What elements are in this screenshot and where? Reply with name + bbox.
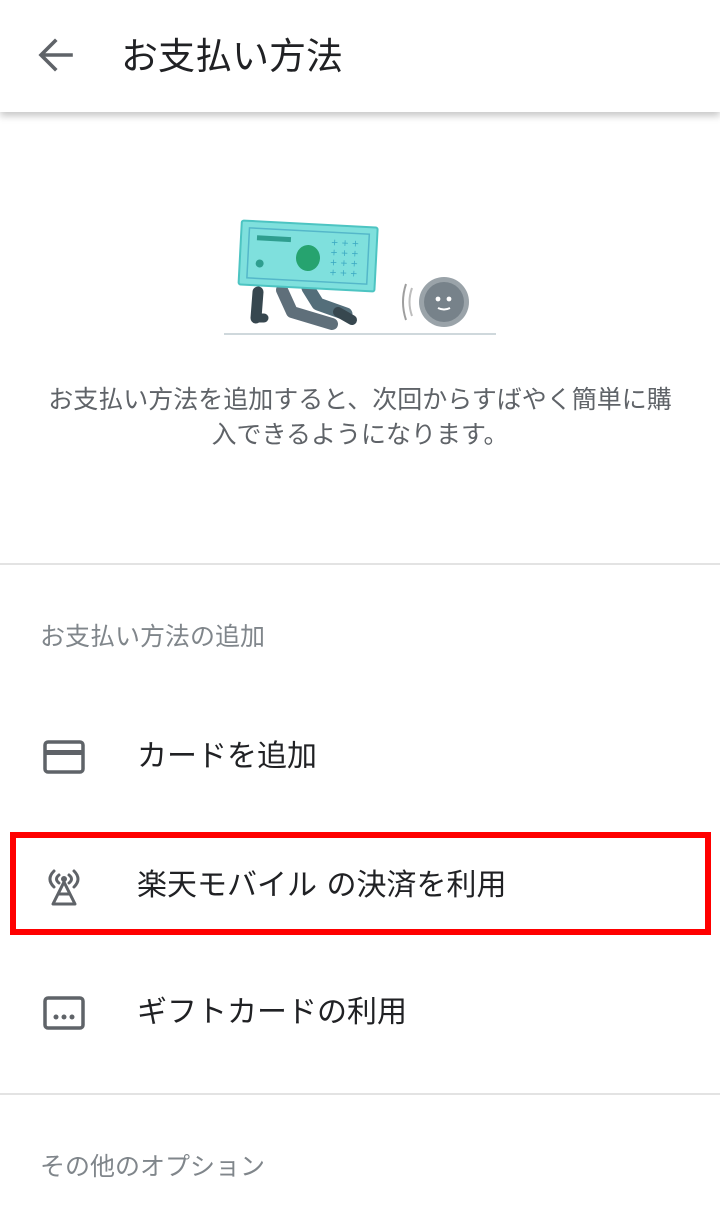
page-title: お支払い方法	[121, 35, 343, 78]
add-card-item[interactable]: カードを追加	[0, 707, 720, 807]
add-card-label: カードを追加	[137, 739, 317, 774]
credit-card-icon	[42, 737, 86, 777]
carrier-billing-label: 楽天モバイル の決済を利用	[137, 868, 507, 903]
carrier-billing-item[interactable]: 楽天モバイル の決済を利用	[0, 836, 720, 936]
hero-illustration: + + + + + + + + + + + +	[220, 214, 500, 340]
back-button[interactable]	[30, 30, 80, 80]
divider	[0, 563, 720, 565]
arrow-back-icon	[38, 38, 73, 72]
carrier-tower-icon	[42, 866, 86, 906]
top-app-bar: お支払い方法	[0, 0, 720, 112]
redeem-gift-card-item[interactable]: ギフトカードの利用	[0, 963, 720, 1063]
gift-card-icon	[42, 993, 86, 1033]
section-label-add-payment: お支払い方法の追加	[40, 622, 266, 651]
divider	[0, 1093, 720, 1095]
payment-description: お支払い方法を追加すると、次回からすばやく簡単に購 入できるようになります。	[48, 385, 672, 449]
redeem-gift-card-label: ギフトカードの利用	[137, 995, 407, 1030]
svg-text:+ + +: + + +	[329, 268, 358, 279]
section-label-other-options: その他のオプション	[40, 1152, 266, 1181]
